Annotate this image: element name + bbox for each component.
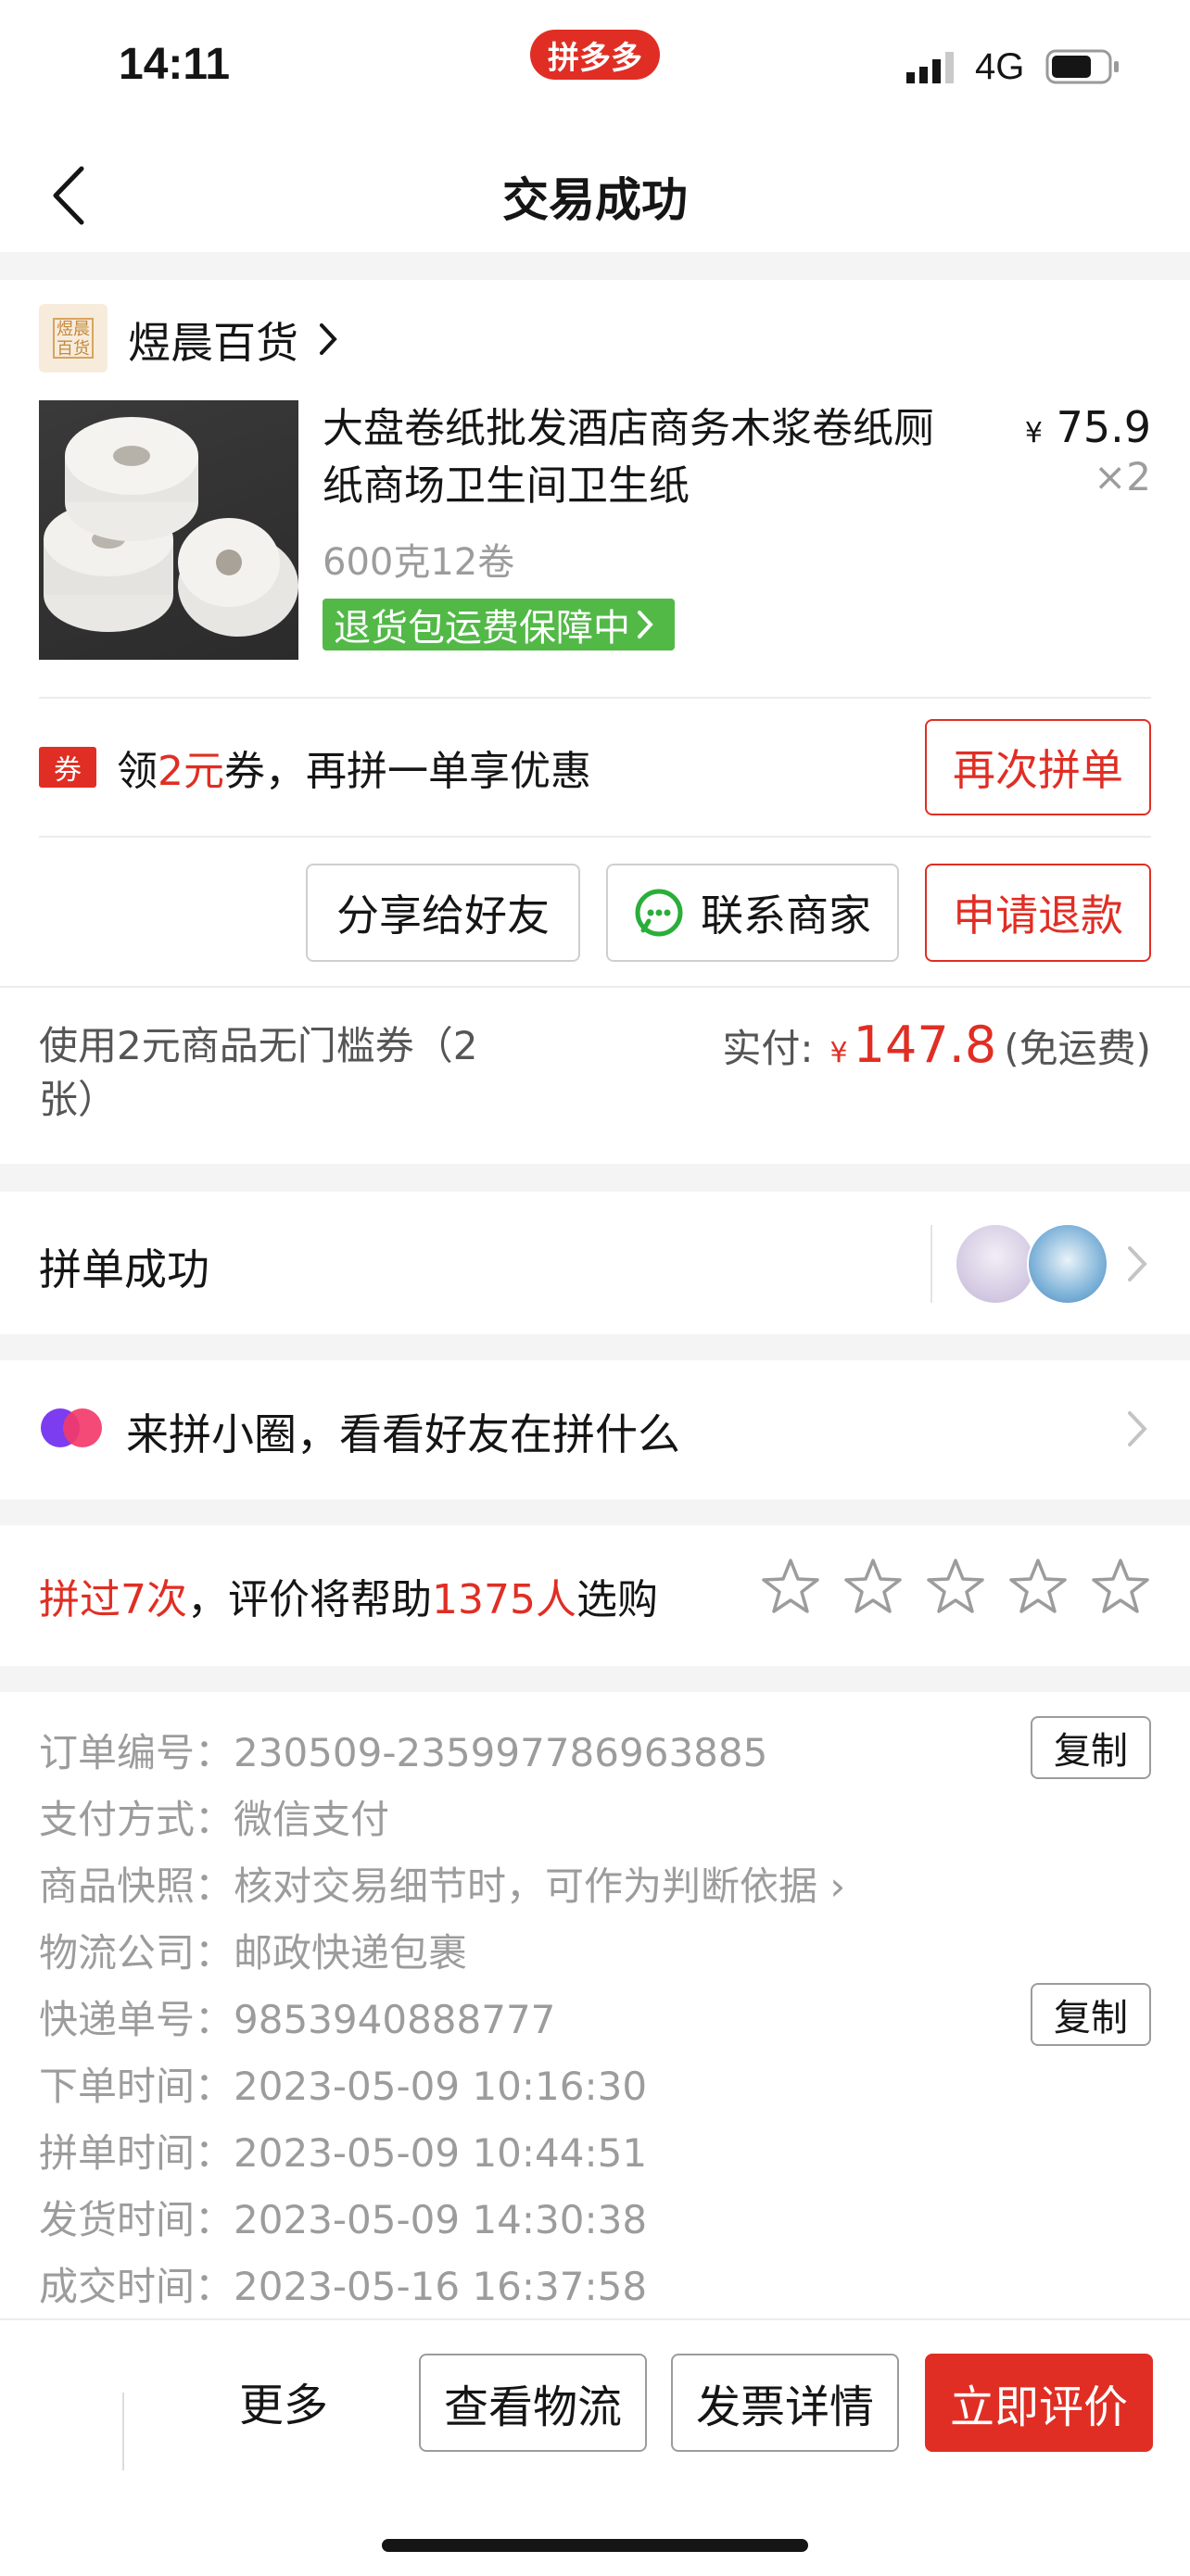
contact-merchant-button[interactable]: 联系商家 (606, 864, 899, 962)
star-icon-5[interactable] (1090, 1557, 1151, 1618)
bottom-bar: 更多 查看物流 发票详情 立即评价 (0, 2318, 1190, 2576)
price-currency: ¥ (1024, 417, 1043, 449)
order-info-row: 支付方式：微信支付 (39, 1788, 389, 1845)
review-now-button[interactable]: 立即评价 (925, 2354, 1153, 2452)
chevron-right-icon (317, 321, 339, 361)
paid-summary: 实付: ¥ 147.8 (免运费) (722, 1016, 1151, 1074)
status-bar: 14:11 拼多多 4G (0, 0, 1190, 130)
paid-amount: 147.8 (853, 1016, 997, 1074)
coupon-amount: 2元 (158, 748, 224, 795)
star-icon-2[interactable] (842, 1557, 904, 1618)
wechat-chat-icon (635, 889, 683, 937)
coupon-text-pre: 领 (117, 748, 158, 795)
store-header[interactable]: 煜晨 百货 煜晨百货 (39, 304, 595, 374)
coupon-tag: 券 (39, 747, 96, 788)
paid-currency: ¥ (829, 1037, 848, 1069)
store-name: 煜晨百货 (128, 318, 298, 368)
share-button[interactable]: 分享给好友 (306, 864, 580, 962)
star-icon-1[interactable] (760, 1557, 821, 1618)
chevron-right-icon (1125, 1408, 1149, 1453)
courier-value: 邮政快递包裹 (234, 1930, 468, 1976)
copy-tracking-number-button[interactable]: 复制 (1031, 1983, 1151, 2046)
order-info-row: 拼单时间：2023-05-09 10:44:51 (39, 2122, 647, 2178)
help-count: 1375人 (432, 1576, 576, 1623)
ship-time-value: 2023-05-09 14:30:38 (234, 2197, 648, 2242)
group-times: 拼过7次 (39, 1576, 187, 1623)
deal-time-label: 成交时间： (39, 2264, 234, 2309)
price-value: 75.9 (1056, 402, 1151, 452)
star-icon-3[interactable] (925, 1557, 986, 1618)
group-time-label: 拼单时间： (39, 2130, 234, 2176)
coupon-text: 领2元券，再拼一单享优惠 (117, 738, 591, 797)
product-title[interactable]: 大盘卷纸批发酒店商务木浆卷纸厕 纸商场卫生间卫生纸 (323, 400, 999, 515)
payment-method-label: 支付方式： (39, 1797, 234, 1842)
snapshot-value[interactable]: 核对交易细节时，可作为判断依据 › (234, 1863, 845, 1909)
order-info-row: 物流公司：邮政快递包裹 (39, 1922, 467, 1978)
product-quantity: ×2 (1094, 454, 1151, 499)
tracking-number-value: 9853940888777 (234, 1997, 556, 2042)
order-info-row: 成交时间：2023-05-16 16:37:58 (39, 2255, 647, 2312)
shipping-note: (免运费) (1004, 1026, 1151, 1071)
order-time-label: 下单时间： (39, 2064, 234, 2109)
pin-circle-row[interactable]: 来拼小圈，看看好友在拼什么 (0, 1360, 1190, 1499)
status-time: 14:11 (119, 40, 231, 89)
star-icon-4[interactable] (1007, 1557, 1069, 1618)
review-prompt: 拼过7次，评价将帮助1375人选购 (39, 1566, 658, 1625)
review-text-end: 选购 (576, 1576, 658, 1623)
group-time-value: 2023-05-09 10:44:51 (234, 2130, 648, 2176)
order-number-label: 订单编号： (39, 1730, 234, 1775)
signal-icon (906, 48, 962, 85)
invoice-details-button[interactable]: 发票详情 (671, 2354, 899, 2452)
payment-method-value: 微信支付 (234, 1797, 390, 1842)
home-indicator (382, 2539, 808, 2552)
group-success-row[interactable]: 拼单成功 (0, 1192, 1190, 1334)
coupon-usage-note: 使用2元商品无门槛券（2 张） (39, 1019, 539, 1127)
avatar (1027, 1223, 1108, 1305)
coupon-text-post: 券，再拼一单享优惠 (224, 748, 591, 795)
coupon-usage-line-1: 使用2元商品无门槛券（2 (39, 1023, 478, 1068)
review-text-mid: ，评价将帮助 (187, 1576, 432, 1623)
copy-order-number-button[interactable]: 复制 (1031, 1716, 1151, 1779)
contact-merchant-label: 联系商家 (701, 890, 871, 941)
product-title-line-2: 纸商场卫生间卫生纸 (323, 462, 690, 510)
rating-stars[interactable] (760, 1557, 1158, 1622)
product-title-line-1: 大盘卷纸批发酒店商务木浆卷纸厕 (323, 405, 934, 452)
pin-circle-label: 来拼小圈，看看好友在拼什么 (126, 1409, 680, 1459)
order-info-row: 快递单号：9853940888777 (39, 1989, 555, 2045)
product-image[interactable] (39, 400, 298, 660)
ship-time-label: 发货时间： (39, 2197, 234, 2242)
product-price: ¥ 75.9 (1025, 402, 1151, 452)
order-info-row: 下单时间：2023-05-09 10:16:30 (39, 2055, 647, 2112)
page-title: 交易成功 (502, 173, 688, 227)
battery-icon (1045, 48, 1121, 85)
regroup-button[interactable]: 再次拼单 (925, 719, 1151, 815)
deal-time-value: 2023-05-16 16:37:58 (234, 2264, 648, 2309)
pin-circle-icon (39, 1407, 104, 1449)
coupon-usage-line-2: 张） (39, 1077, 118, 1122)
network-label: 4G (975, 46, 1025, 87)
paid-label: 实付: (722, 1026, 814, 1071)
view-logistics-button[interactable]: 查看物流 (419, 2354, 647, 2452)
product-spec: 600克12卷 (323, 541, 515, 584)
snapshot-row[interactable]: 商品快照：核对交易细节时，可作为判断依据 › (39, 1855, 845, 1912)
snapshot-label: 商品快照： (39, 1863, 234, 1909)
app-badge: 拼多多 (530, 30, 660, 80)
more-button[interactable]: 更多 (239, 2368, 328, 2433)
avatar (955, 1223, 1036, 1305)
order-number-value: 230509-235997786963885 (234, 1730, 768, 1775)
tracking-number-label: 快递单号： (39, 1997, 234, 2042)
courier-label: 物流公司： (39, 1930, 234, 1976)
order-info-row: 订单编号：230509-235997786963885 (39, 1722, 767, 1778)
order-info-row: 发货时间：2023-05-09 14:30:38 (39, 2189, 647, 2245)
chevron-right-icon (638, 611, 653, 638)
store-logo: 煜晨 百货 (39, 304, 108, 373)
badge-label: 退货包运费保障中 (334, 607, 630, 650)
order-time-value: 2023-05-09 10:16:30 (234, 2064, 648, 2109)
group-success-label: 拼单成功 (39, 1244, 209, 1294)
chevron-right-icon (1125, 1244, 1149, 1288)
return-shipping-badge[interactable]: 退货包运费保障中 (323, 599, 675, 650)
refund-button[interactable]: 申请退款 (925, 864, 1151, 962)
nav-bar: 交易成功 (0, 130, 1190, 252)
